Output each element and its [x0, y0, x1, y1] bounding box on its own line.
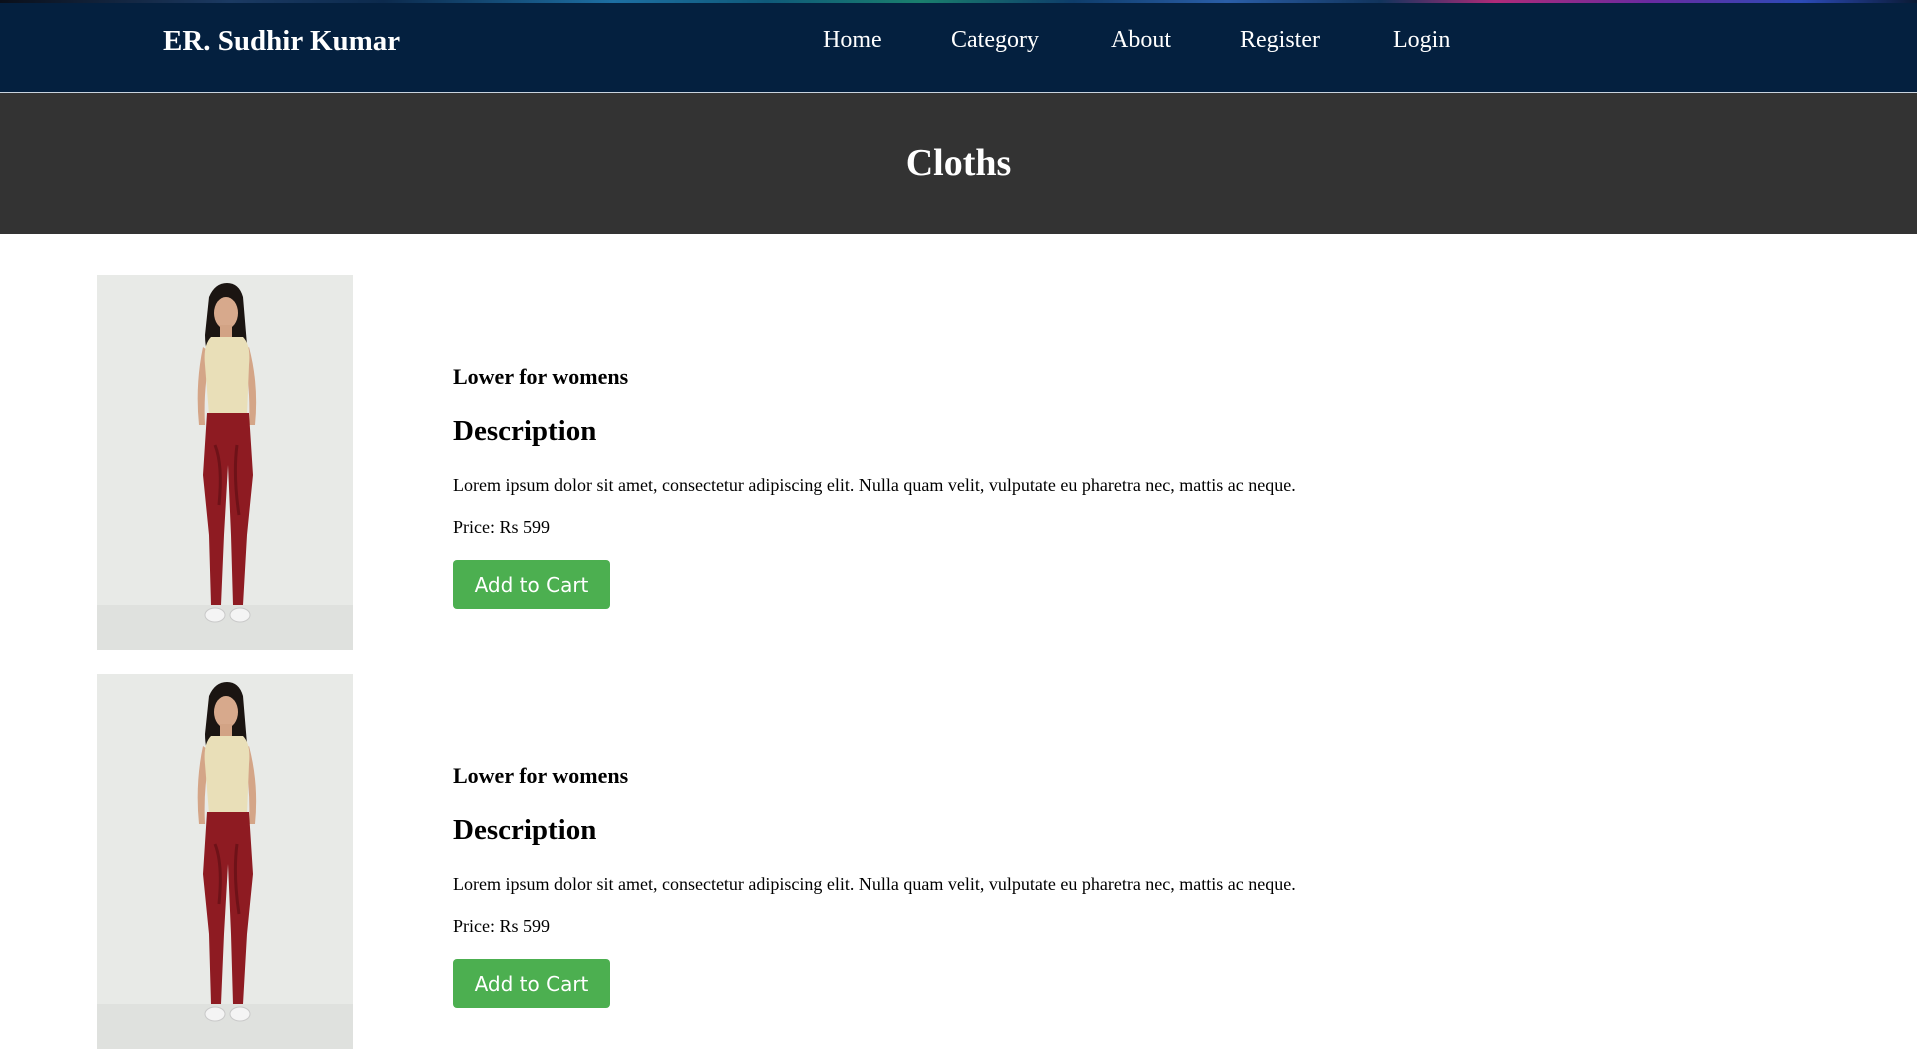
page-hero: Cloths	[0, 93, 1917, 234]
nav-home-link[interactable]: Home	[823, 27, 882, 54]
nav-register-link[interactable]: Register	[1240, 27, 1320, 54]
price-label: Price:	[453, 916, 495, 936]
product-card: Lower for womens Description Lorem ipsum…	[0, 275, 1917, 650]
product-name: Lower for womens	[453, 763, 629, 788]
product-image[interactable]	[97, 674, 353, 1049]
product-photo-woman-red-pants-icon	[97, 674, 353, 1049]
add-to-cart-button[interactable]: Add to Cart	[453, 959, 610, 1008]
product-price: Price: Rs 599	[453, 916, 550, 937]
add-to-cart-button[interactable]: Add to Cart	[453, 560, 610, 609]
nav-login-link[interactable]: Login	[1393, 27, 1450, 54]
page-title: Cloths	[905, 142, 1012, 184]
product-description: Lorem ipsum dolor sit amet, consectetur …	[453, 874, 1296, 894]
nav-about-link[interactable]: About	[1111, 27, 1171, 54]
price-value: Rs 599	[499, 517, 551, 537]
description-heading: Description	[453, 814, 597, 846]
description-heading: Description	[453, 415, 597, 447]
product-description: Lorem ipsum dolor sit amet, consectetur …	[453, 475, 1296, 495]
product-image[interactable]	[97, 275, 353, 650]
product-photo-woman-red-pants-icon	[97, 275, 353, 650]
product-price: Price: Rs 599	[453, 517, 550, 538]
brand-logo-text[interactable]: ER. Sudhir Kumar	[163, 25, 400, 58]
product-name: Lower for womens	[453, 364, 629, 389]
price-value: Rs 599	[499, 916, 551, 936]
price-label: Price:	[453, 517, 495, 537]
nav-category-link[interactable]: Category	[951, 27, 1039, 54]
site-header: ER. Sudhir Kumar Home Category About Reg…	[0, 0, 1917, 93]
header-color-strip	[0, 0, 1917, 3]
product-card: Lower for womens Description Lorem ipsum…	[0, 674, 1917, 1049]
